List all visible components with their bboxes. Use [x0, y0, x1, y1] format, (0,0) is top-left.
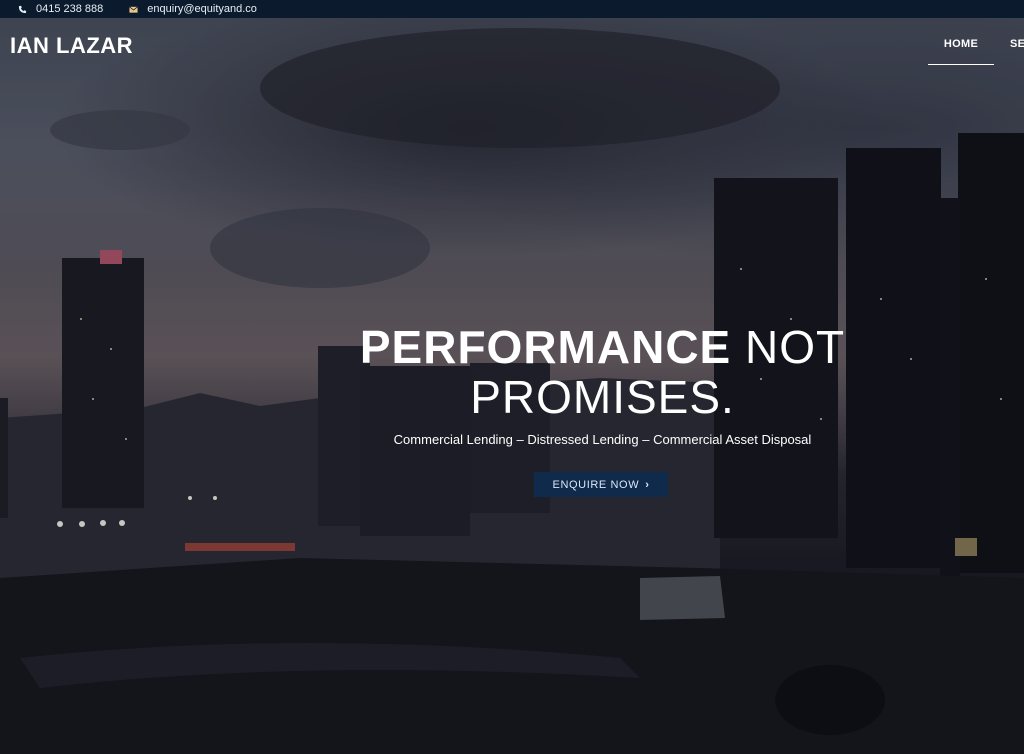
phone-number[interactable]: 0415 238 888: [36, 3, 103, 15]
contact-phone[interactable]: 0415 238 888: [18, 3, 103, 15]
email-address[interactable]: enquiry@equityand.co: [147, 3, 257, 15]
chevron-right-icon: ›: [645, 478, 650, 491]
hero-subheadline: Commercial Lending – Distressed Lending …: [393, 432, 812, 447]
cta-label: ENQUIRE NOW: [552, 478, 640, 491]
main-nav: HOME SE: [928, 38, 1024, 65]
headline-rest: NOT: [731, 321, 846, 373]
contact-bar: 0415 238 888 enquiry@equityand.co: [0, 0, 1024, 18]
headline-strong: PERFORMANCE: [359, 321, 732, 373]
envelope-icon: [129, 6, 139, 13]
nav-services[interactable]: SE: [1010, 38, 1024, 65]
hero-headline: PERFORMANCE NOT PROMISES.: [330, 322, 875, 422]
headline-line2: PROMISES.: [470, 371, 735, 423]
site-logo[interactable]: IAN LAZAR: [10, 33, 133, 59]
enquire-now-button[interactable]: ENQUIRE NOW ›: [534, 472, 668, 497]
nav-home[interactable]: HOME: [928, 38, 994, 65]
contact-email[interactable]: enquiry@equityand.co: [129, 3, 257, 15]
phone-icon: [18, 5, 27, 13]
